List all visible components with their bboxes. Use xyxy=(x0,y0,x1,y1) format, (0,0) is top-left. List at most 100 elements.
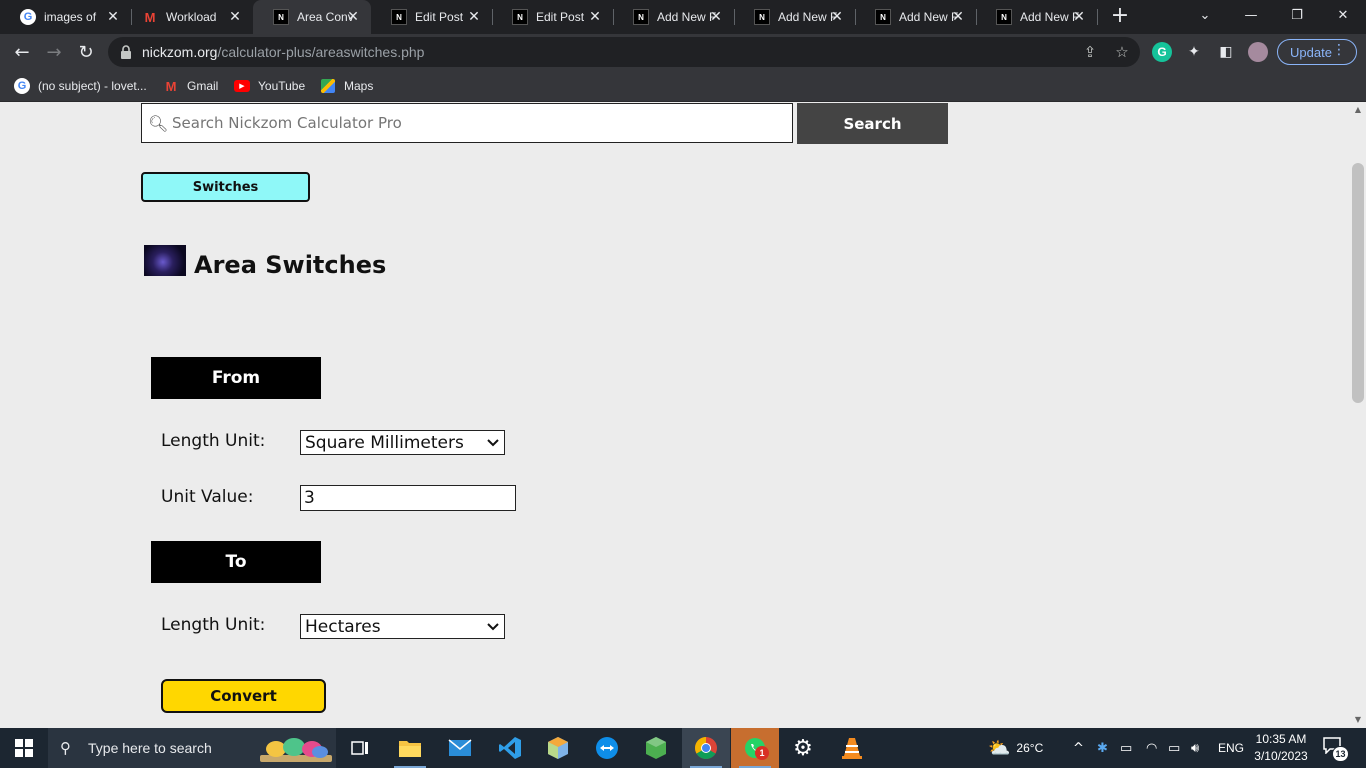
bluetooth-icon[interactable]: ✱ xyxy=(1097,728,1108,768)
convert-button[interactable]: Convert xyxy=(161,679,326,713)
close-tab-icon[interactable]: ✕ xyxy=(466,9,482,25)
bookmark-label: YouTube xyxy=(258,79,306,93)
tab-search-chevron-icon[interactable]: ⌄ xyxy=(1182,0,1228,30)
switches-button[interactable]: Switches xyxy=(141,172,310,202)
meet-now-icon[interactable]: ▭ xyxy=(1120,728,1132,768)
chrome-icon[interactable] xyxy=(682,728,730,768)
mail-glyph xyxy=(448,739,472,756)
close-window-icon[interactable]: ✕ xyxy=(1320,0,1366,30)
wifi-icon[interactable]: ◠ xyxy=(1146,728,1157,768)
search-field[interactable]: 🔍︎ xyxy=(141,103,793,143)
search-icon: ⚲ xyxy=(60,739,71,757)
area-switches-thumbnail xyxy=(144,245,186,276)
vlc-icon[interactable] xyxy=(828,728,876,768)
settings-icon[interactable]: ⚙ xyxy=(779,728,827,768)
battery-icon[interactable]: ▭ xyxy=(1168,728,1180,768)
nickzom-icon: N xyxy=(996,9,1012,25)
vscode-icon[interactable] xyxy=(486,728,534,768)
minimize-icon[interactable]: — xyxy=(1228,0,1274,30)
close-tab-icon[interactable]: ✕ xyxy=(345,9,361,25)
nickzom-icon: N xyxy=(633,9,649,25)
browser-toolbar: ← → ↻ nickzom.org/calculator-plus/areasw… xyxy=(0,34,1366,70)
tab-images[interactable]: G images of ✕ xyxy=(0,0,131,34)
search-input[interactable] xyxy=(172,114,782,132)
close-tab-icon[interactable]: ✕ xyxy=(829,9,845,25)
side-panel-icon[interactable]: ◧ xyxy=(1216,42,1236,62)
bookmark-no-subject[interactable]: G (no subject) - lovet... xyxy=(14,76,147,96)
mail-icon[interactable] xyxy=(436,728,484,768)
tab-workload[interactable]: M Workload ✕ xyxy=(122,0,253,34)
to-unit-value: Hectares xyxy=(305,616,381,637)
file-explorer-icon[interactable] xyxy=(386,728,434,768)
unit-value-input[interactable]: 3 xyxy=(300,485,516,511)
cube-glyph xyxy=(646,737,666,759)
holi-colors-icon[interactable] xyxy=(256,728,336,768)
profile-avatar[interactable] xyxy=(1248,42,1268,62)
nickzom-icon: N xyxy=(273,9,289,25)
bookmark-label: (no subject) - lovet... xyxy=(38,79,147,93)
from-unit-label: Length Unit: xyxy=(161,431,266,451)
extensions-icon[interactable]: ✦ xyxy=(1184,42,1204,62)
notification-count: 13 xyxy=(1332,746,1349,762)
bookmark-gmail[interactable]: M Gmail xyxy=(163,76,219,96)
system-clock[interactable]: 10:35 AM 3/10/2023 xyxy=(1250,731,1312,765)
bookmark-maps[interactable]: Maps xyxy=(320,76,373,96)
to-heading: To xyxy=(151,541,321,583)
tab-edit-post-1[interactable]: N Edit Post ✕ xyxy=(371,0,492,34)
back-icon[interactable]: ← xyxy=(8,38,36,66)
scrollbar-thumb[interactable] xyxy=(1352,163,1364,403)
notification-center-icon[interactable]: 13 xyxy=(1322,736,1349,762)
weather-widget[interactable]: ⛅ 26°C xyxy=(988,728,1043,768)
windows-start-icon[interactable] xyxy=(0,728,48,768)
scroll-up-icon[interactable]: ▲ xyxy=(1353,106,1363,114)
tab-add-new-2[interactable]: N Add New F ✕ xyxy=(734,0,855,34)
tab-add-new-4[interactable]: N Add New F ✕ xyxy=(976,0,1097,34)
update-button[interactable]: Update ⋮ xyxy=(1277,39,1357,65)
close-tab-icon[interactable]: ✕ xyxy=(950,9,966,25)
vscode-glyph xyxy=(499,737,521,759)
taskbar-search-placeholder: Type here to search xyxy=(88,740,212,756)
clock-time: 10:35 AM xyxy=(1255,732,1307,746)
bookmark-star-icon[interactable]: ☆ xyxy=(1113,43,1131,61)
search-button[interactable]: Search xyxy=(797,103,948,144)
scroll-down-icon[interactable]: ▼ xyxy=(1353,716,1363,724)
new-tab-icon[interactable]: + xyxy=(1108,5,1132,29)
forward-icon[interactable]: → xyxy=(40,38,68,66)
to-unit-select[interactable]: Hectares xyxy=(300,614,505,639)
address-bar[interactable]: nickzom.org/calculator-plus/areaswitches… xyxy=(108,37,1140,67)
whatsapp-icon[interactable]: 1 xyxy=(731,728,779,768)
url-path: /calculator-plus/areaswitches.php xyxy=(217,44,425,60)
bookmarks-bar: G (no subject) - lovet... M Gmail ▶ YouT… xyxy=(0,70,1366,102)
show-hidden-icons[interactable]: ^ xyxy=(1073,728,1084,768)
virtualbox-icon[interactable] xyxy=(534,728,582,768)
from-unit-select[interactable]: Square Millimeters xyxy=(300,430,505,455)
share-icon[interactable]: ⇪ xyxy=(1081,43,1099,61)
tab-add-new-3[interactable]: N Add New F ✕ xyxy=(855,0,976,34)
restore-icon[interactable]: ❐ xyxy=(1274,0,1320,30)
chevron-down-icon xyxy=(487,623,499,631)
grammarly-icon[interactable]: G xyxy=(1152,42,1172,62)
volume-icon[interactable]: 🔊︎ xyxy=(1191,728,1199,768)
nickzom-icon: N xyxy=(512,9,528,25)
reload-icon[interactable]: ↻ xyxy=(72,38,100,66)
bookmark-youtube[interactable]: ▶ YouTube xyxy=(234,76,305,96)
close-tab-icon[interactable]: ✕ xyxy=(587,9,603,25)
chevron-down-icon xyxy=(487,439,499,447)
tab-edit-post-2[interactable]: N Edit Post ✕ xyxy=(492,0,613,34)
close-tab-icon[interactable]: ✕ xyxy=(227,9,243,25)
close-tab-icon[interactable]: ✕ xyxy=(708,9,724,25)
tab-area-converter[interactable]: N Area Conv ✕ xyxy=(253,0,371,34)
weather-temp: 26°C xyxy=(1016,741,1044,755)
more-menu-icon[interactable]: ⋮ xyxy=(1332,42,1346,58)
teamviewer-glyph xyxy=(596,737,618,759)
cube-app-icon[interactable] xyxy=(632,728,680,768)
task-view-icon[interactable] xyxy=(336,728,384,768)
teamviewer-icon[interactable] xyxy=(583,728,631,768)
nickzom-icon: N xyxy=(754,9,770,25)
language-indicator[interactable]: ENG xyxy=(1218,728,1244,768)
close-tab-icon[interactable]: ✕ xyxy=(1071,9,1087,25)
close-tab-icon[interactable]: ✕ xyxy=(105,9,121,25)
tab-add-new-1[interactable]: N Add New F ✕ xyxy=(613,0,734,34)
page-title: Area Switches xyxy=(194,251,387,279)
update-label: Update xyxy=(1290,44,1332,60)
